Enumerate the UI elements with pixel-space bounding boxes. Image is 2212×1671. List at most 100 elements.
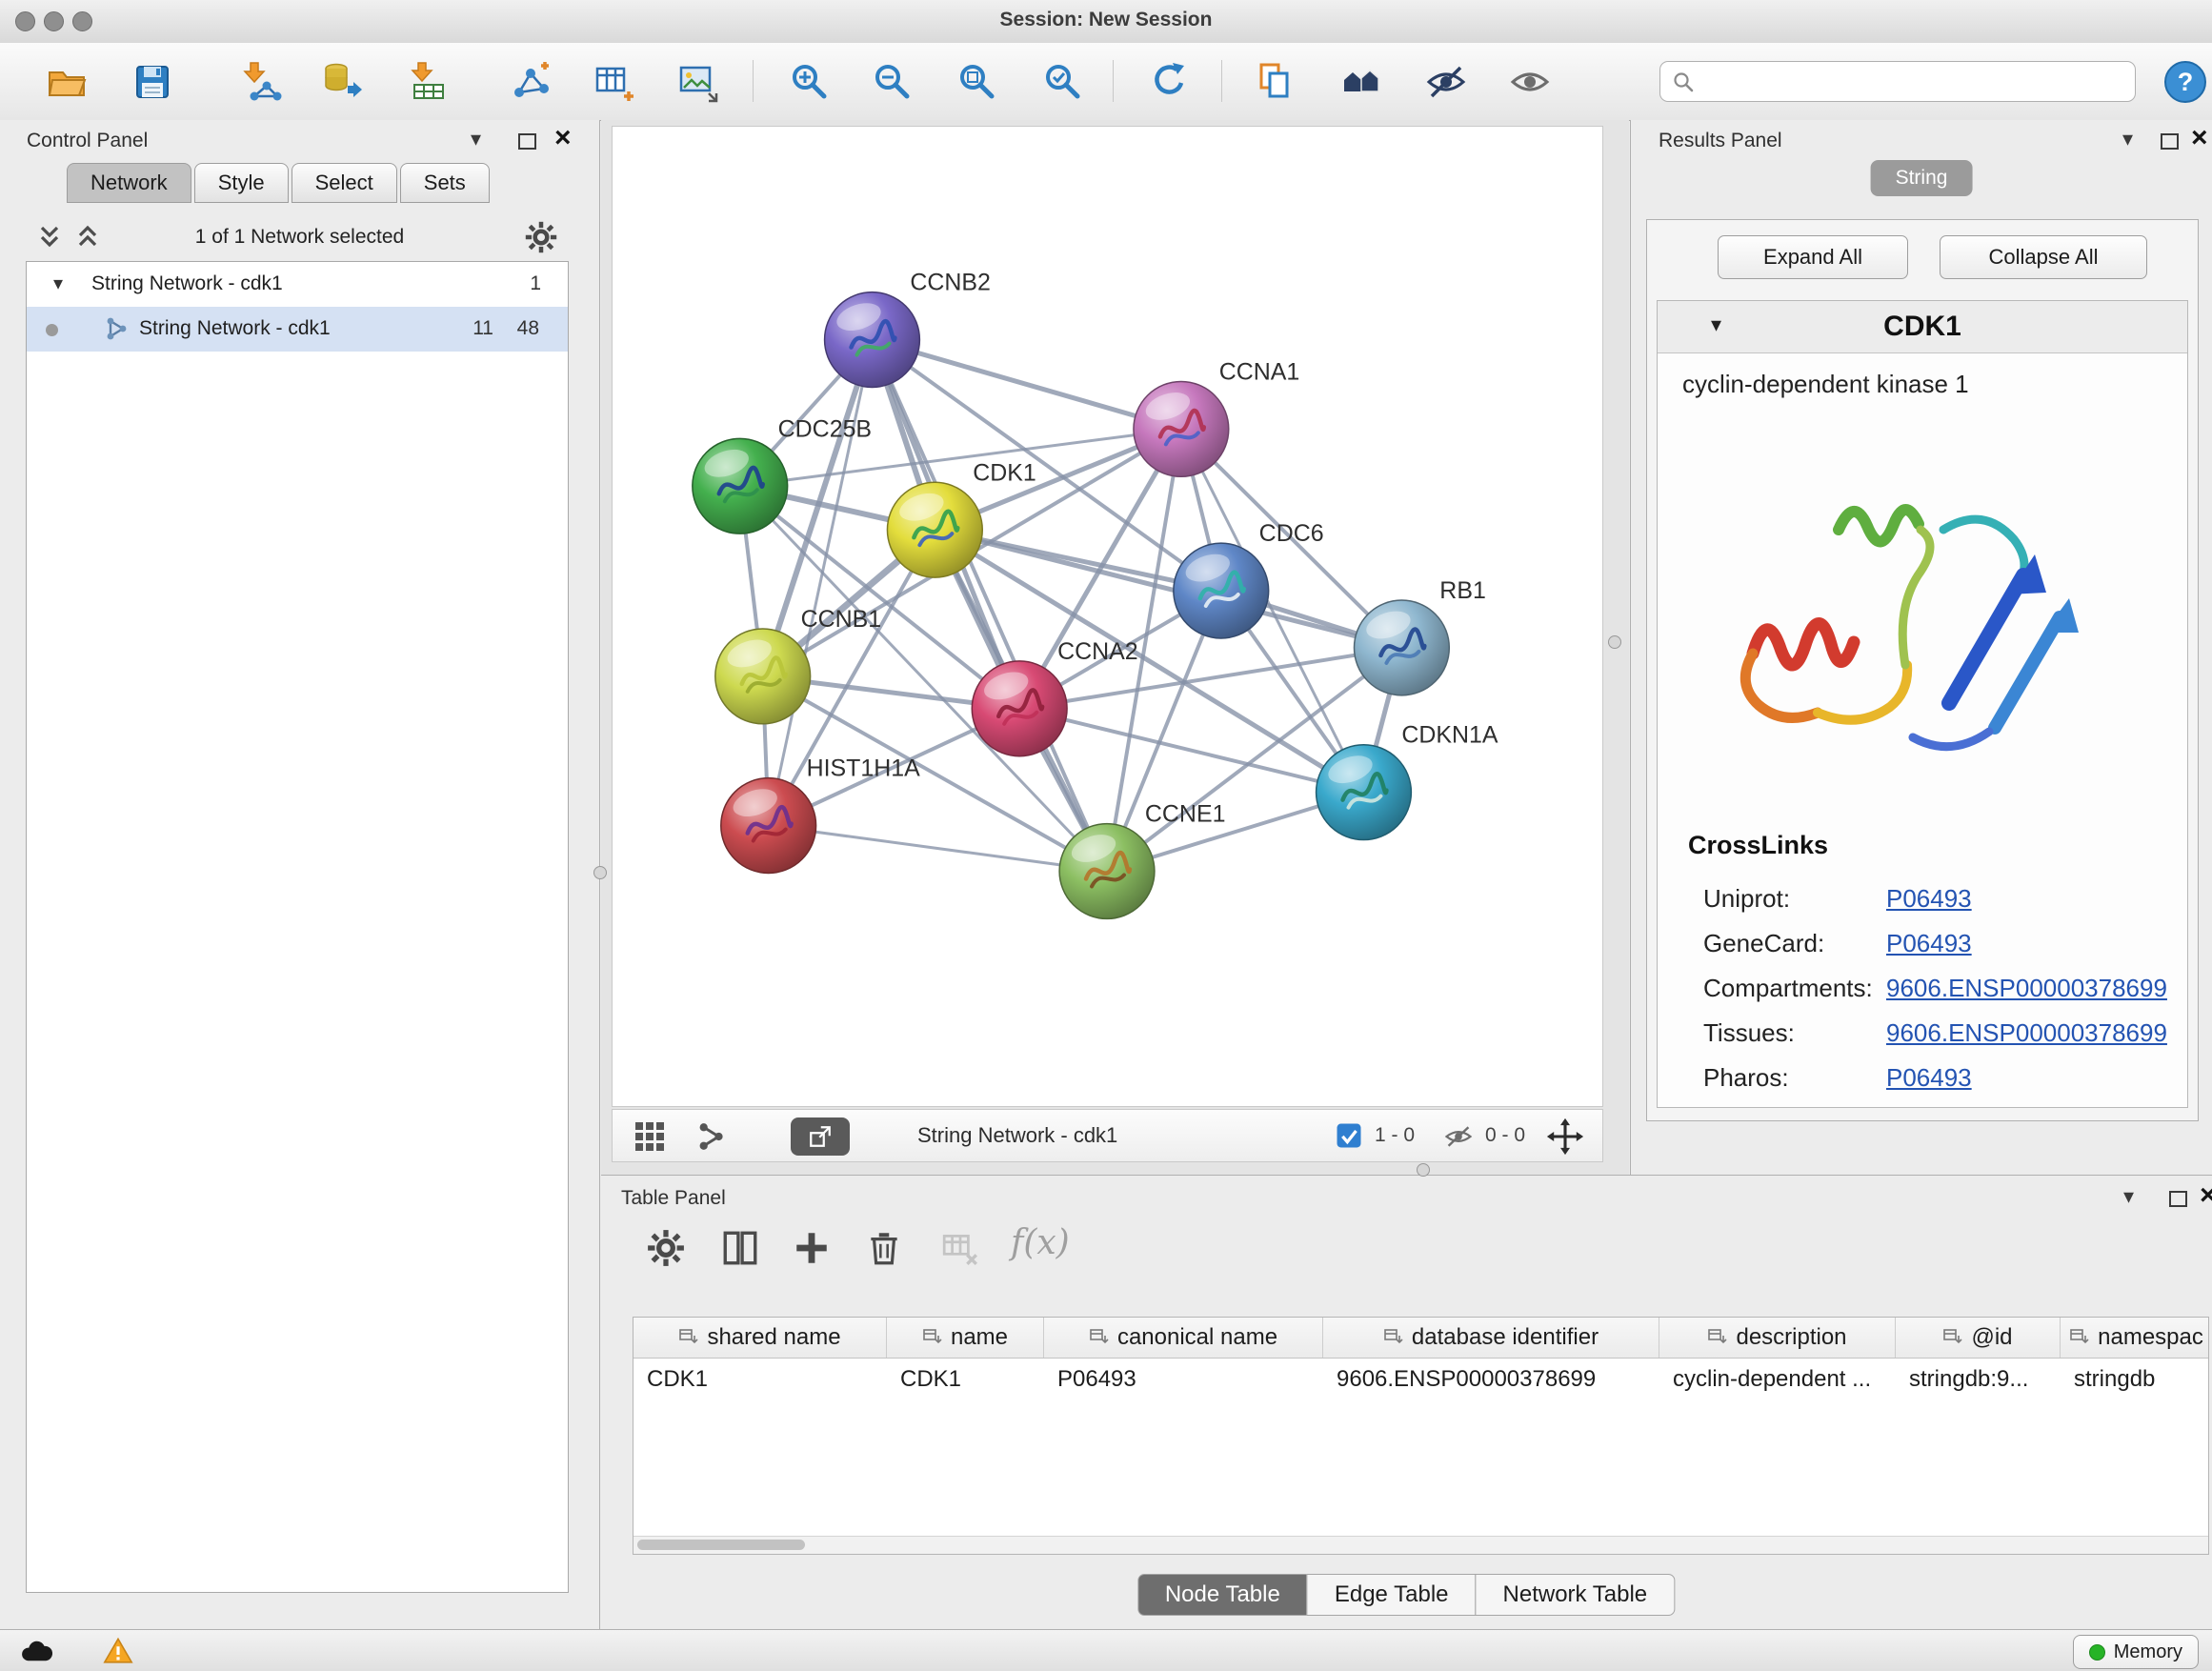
zoom-in-button[interactable]: [785, 57, 835, 107]
open-session-button[interactable]: [42, 57, 91, 107]
selected-checkbox-icon[interactable]: [1335, 1121, 1363, 1150]
maximize-panel-icon[interactable]: [2161, 133, 2179, 150]
maximize-panel-icon[interactable]: [2169, 1191, 2187, 1207]
column-header--id[interactable]: @id: [1896, 1318, 2061, 1358]
network-canvas-area[interactable]: CCNB2CCNA1CDC25BCDK1CDC6RB1CCNB1CCNA2CDK…: [612, 126, 1603, 1107]
tab-edge-table[interactable]: Edge Table: [1307, 1574, 1477, 1616]
zoom-out-button[interactable]: [868, 57, 917, 107]
network-node-cdkn1a[interactable]: CDKN1A: [1317, 722, 1498, 840]
pan-crosshair-icon[interactable]: [1546, 1117, 1584, 1156]
network-edge[interactable]: [769, 340, 873, 826]
tab-network[interactable]: Network: [67, 163, 191, 203]
table-row[interactable]: CDK1CDK1P064939606.ENSP00000378699cyclin…: [633, 1359, 2208, 1400]
new-table-button[interactable]: [590, 57, 639, 107]
select-columns-button[interactable]: [719, 1227, 761, 1269]
export-image-button[interactable]: [674, 57, 723, 107]
table-cell[interactable]: 9606.ENSP00000378699: [1323, 1359, 1659, 1400]
float-panel-icon[interactable]: ▾: [2123, 1187, 2134, 1208]
tab-string[interactable]: String: [1871, 160, 1973, 196]
results-splitter-handle[interactable]: [1608, 635, 1621, 649]
tab-sets[interactable]: Sets: [400, 163, 490, 203]
network-edge[interactable]: [872, 340, 1107, 872]
import-network-file-button[interactable]: [236, 57, 286, 107]
close-panel-icon[interactable]: ×: [2200, 1181, 2212, 1210]
add-column-button[interactable]: [791, 1227, 833, 1269]
table-cell[interactable]: P06493: [1044, 1359, 1323, 1400]
help-button[interactable]: ?: [2161, 57, 2210, 107]
network-node-rb1[interactable]: RB1: [1354, 577, 1485, 695]
network-node-cdc25b[interactable]: CDC25B: [693, 415, 872, 534]
tab-select[interactable]: Select: [292, 163, 397, 203]
table-cell[interactable]: stringdb:9...: [1896, 1359, 2061, 1400]
network-node-ccnb2[interactable]: CCNB2: [825, 270, 991, 388]
new-network-button[interactable]: [507, 57, 556, 107]
tab-node-table[interactable]: Node Table: [1137, 1574, 1308, 1616]
save-session-button[interactable]: [128, 57, 177, 107]
eye-button[interactable]: [1505, 57, 1555, 107]
table-cell[interactable]: CDK1: [887, 1359, 1044, 1400]
network-node-ccna1[interactable]: CCNA1: [1134, 358, 1299, 476]
close-panel-icon[interactable]: ×: [554, 124, 572, 152]
search-box[interactable]: [1659, 61, 2136, 102]
network-edge[interactable]: [935, 530, 1401, 648]
network-row-selected[interactable]: String Network - cdk1 11 48: [27, 307, 568, 352]
warning-button[interactable]: [95, 1635, 141, 1667]
network-node-hist1h1a[interactable]: HIST1H1A: [721, 755, 920, 874]
title-bar[interactable]: Session: New Session: [0, 0, 2212, 44]
crosslink-link[interactable]: 9606.ENSP00000378699: [1886, 974, 2167, 1003]
tab-network-table[interactable]: Network Table: [1476, 1574, 1676, 1616]
disclosure-triangle-icon[interactable]: ▾: [53, 272, 63, 294]
gene-card-header[interactable]: ▾ CDK1: [1658, 301, 2187, 353]
cloud-button[interactable]: [13, 1635, 59, 1667]
crosslink-link[interactable]: P06493: [1886, 884, 1972, 914]
network-overview-icon[interactable]: [694, 1120, 727, 1153]
vertical-splitter-handle[interactable]: [593, 866, 607, 879]
import-network-database-button[interactable]: [318, 57, 368, 107]
crosslink-link[interactable]: P06493: [1886, 929, 1972, 958]
double-home-button[interactable]: [1337, 57, 1387, 107]
column-header-description[interactable]: description: [1659, 1318, 1896, 1358]
close-panel-icon[interactable]: ×: [2191, 124, 2208, 152]
apply-layout-button[interactable]: [1145, 57, 1195, 107]
network-canvas[interactable]: CCNB2CCNA1CDC25BCDK1CDC6RB1CCNB1CCNA2CDK…: [613, 127, 1602, 1106]
table-cell[interactable]: cyclin-dependent ...: [1659, 1359, 1896, 1400]
float-panel-icon[interactable]: ▾: [2122, 130, 2133, 151]
crosslink-link[interactable]: P06493: [1886, 1063, 1972, 1093]
column-header-namespac[interactable]: namespac: [2061, 1318, 2209, 1358]
scrollbar-thumb[interactable]: [637, 1540, 805, 1550]
column-header-canonical-name[interactable]: canonical name: [1044, 1318, 1323, 1358]
hidden-eye-slash-icon[interactable]: [1443, 1121, 1474, 1152]
memory-button[interactable]: Memory: [2073, 1635, 2199, 1669]
function-builder-button[interactable]: f(x): [1011, 1223, 1070, 1262]
birdseye-grid-icon[interactable]: [633, 1120, 666, 1153]
open-in-window-button[interactable]: [791, 1117, 850, 1156]
zoom-selected-button[interactable]: [1038, 57, 1088, 107]
column-header-database-identifier[interactable]: database identifier: [1323, 1318, 1659, 1358]
table-cell[interactable]: stringdb: [2061, 1359, 2209, 1400]
column-header-name[interactable]: name: [887, 1318, 1044, 1358]
float-panel-icon[interactable]: ▾: [471, 130, 481, 151]
network-node-ccnb1[interactable]: CCNB1: [715, 606, 881, 724]
network-collection-row[interactable]: ▾ String Network - cdk1 1: [27, 262, 568, 307]
strikethrough-eye-button[interactable]: [1421, 57, 1471, 107]
crosslink-link[interactable]: 9606.ENSP00000378699: [1886, 1018, 2167, 1048]
network-node-cdk1[interactable]: CDK1: [887, 459, 1036, 577]
expand-all-button[interactable]: Expand All: [1718, 235, 1908, 279]
horizontal-scrollbar[interactable]: [633, 1536, 2208, 1554]
horizontal-splitter-handle[interactable]: [1417, 1163, 1430, 1177]
zoom-fit-button[interactable]: [953, 57, 1002, 107]
maximize-panel-icon[interactable]: [518, 133, 536, 150]
search-input[interactable]: [1702, 70, 2123, 93]
table-cell[interactable]: CDK1: [633, 1359, 887, 1400]
string-results-container: Expand All Collapse All ▾ CDK1 cyclin-de…: [1646, 219, 2199, 1121]
delete-table-button-disabled[interactable]: [939, 1227, 981, 1269]
network-edge[interactable]: [769, 826, 1107, 872]
network-options-gear-icon[interactable]: [524, 220, 558, 259]
tab-style[interactable]: Style: [194, 163, 289, 203]
table-options-gear-button[interactable]: [645, 1227, 687, 1269]
collapse-all-button[interactable]: Collapse All: [1940, 235, 2147, 279]
column-header-shared-name[interactable]: shared name: [633, 1318, 887, 1358]
import-table-file-button[interactable]: [404, 57, 453, 107]
delete-column-button[interactable]: [863, 1227, 905, 1269]
copy-pages-button[interactable]: [1251, 57, 1300, 107]
